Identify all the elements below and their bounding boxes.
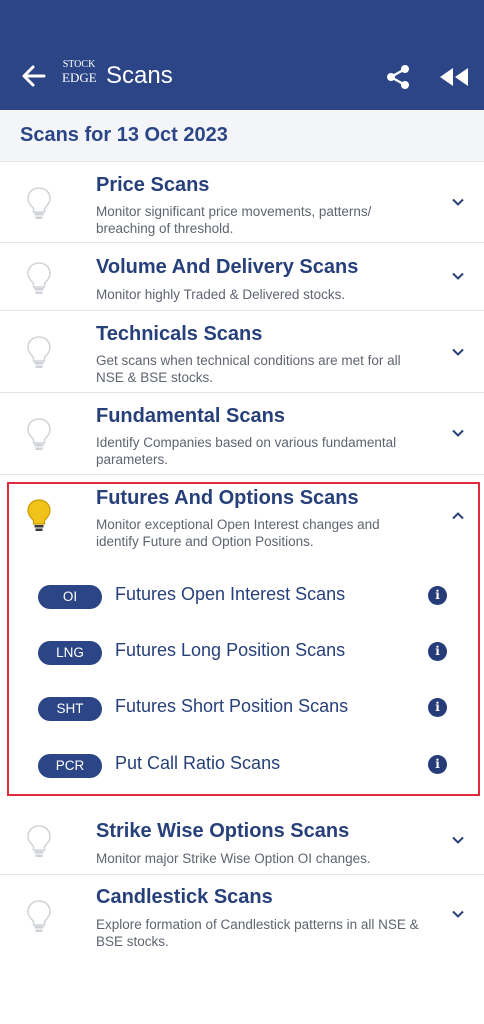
section-title: Price Scans (96, 174, 210, 196)
page-title: Scans (106, 62, 173, 89)
section-volume-delivery-scans[interactable]: Volume And Delivery Scans Monitor highly… (0, 243, 484, 311)
section-description: Monitor significant price movements, pat… (96, 204, 372, 236)
section-description: Explore formation of Candlestick pattern… (96, 917, 419, 949)
section-title: Candlestick Scans (96, 886, 273, 908)
chevron-down-icon[interactable] (450, 268, 466, 284)
section-description: Monitor highly Traded & Delivered stocks… (96, 287, 346, 302)
section-fundamental-scans[interactable]: Fundamental Scans Identify Companies bas… (0, 393, 484, 475)
lightbulb-icon (27, 187, 51, 219)
section-title: Fundamental Scans (96, 405, 285, 427)
lightbulb-icon (27, 900, 51, 932)
section-title: Volume And Delivery Scans (96, 256, 359, 278)
lightbulb-icon (27, 336, 51, 368)
lightbulb-icon (27, 418, 51, 450)
chevron-down-icon[interactable] (450, 344, 466, 360)
date-header-text: Scans for 13 Oct 2023 (20, 124, 228, 146)
section-description: Get scans when technical conditions are … (96, 353, 401, 385)
app-bar: STOCK EDGE Scans (0, 0, 484, 110)
chevron-down-icon[interactable] (450, 194, 466, 210)
date-header: Scans for 13 Oct 2023 (0, 110, 484, 162)
share-icon[interactable] (384, 63, 412, 91)
section-candlestick-scans[interactable]: Candlestick Scans Explore formation of C… (0, 875, 484, 959)
section-title: Technicals Scans (96, 323, 263, 345)
section-technicals-scans[interactable]: Technicals Scans Get scans when technica… (0, 311, 484, 393)
arrow-left-icon[interactable] (20, 62, 48, 90)
highlight-box (7, 482, 480, 796)
section-strike-wise-options-scans[interactable]: Strike Wise Options Scans Monitor major … (0, 808, 484, 875)
stockedge-logo: STOCK EDGE (62, 59, 97, 85)
chevron-down-icon[interactable] (450, 425, 466, 441)
section-description: Identify Companies based on various fund… (96, 435, 397, 467)
section-title: Strike Wise Options Scans (96, 820, 350, 842)
chevron-down-icon[interactable] (450, 906, 466, 922)
lightbulb-icon (27, 825, 51, 857)
lightbulb-icon (27, 262, 51, 294)
rewind-icon[interactable] (439, 66, 469, 88)
chevron-down-icon[interactable] (450, 832, 466, 848)
section-price-scans[interactable]: Price Scans Monitor significant price mo… (0, 162, 484, 243)
section-description: Monitor major Strike Wise Option OI chan… (96, 851, 371, 866)
